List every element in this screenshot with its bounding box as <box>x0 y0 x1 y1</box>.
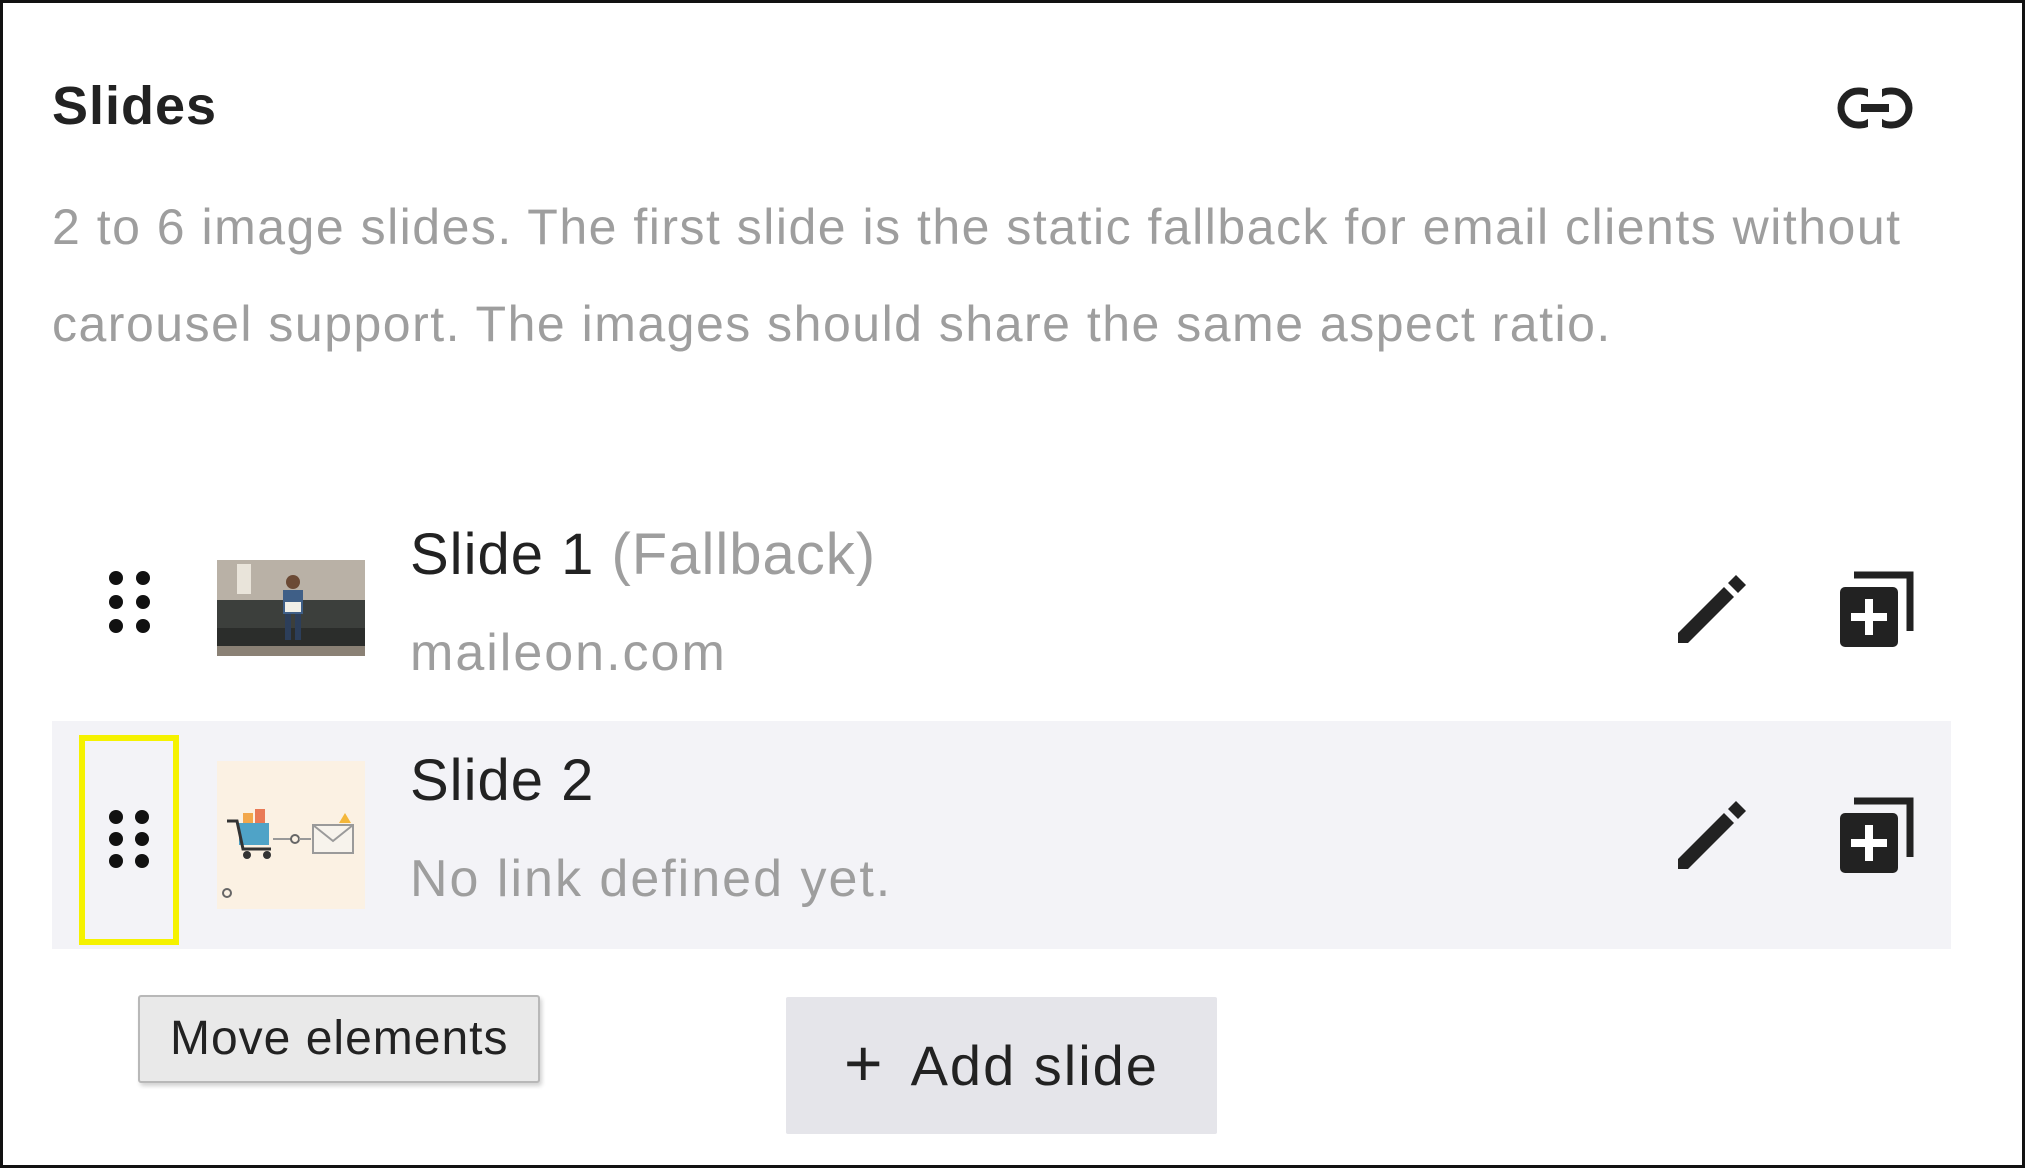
slide-title: Slide 1 (Fallback) <box>410 521 876 588</box>
edit-slide-button[interactable] <box>1664 565 1754 655</box>
drag-handle-icon <box>109 571 150 633</box>
duplicate-slide-button[interactable] <box>1830 791 1920 881</box>
slide-thumbnail[interactable] <box>217 761 365 909</box>
link-button[interactable] <box>1837 83 1913 133</box>
add-slide-button[interactable]: + Add slide <box>786 997 1217 1134</box>
slide-row-2: Slide 2 No link defined yet. <box>52 721 1951 949</box>
link-icon <box>1837 87 1913 129</box>
slide-thumbnail[interactable] <box>217 560 365 656</box>
panel-description: 2 to 6 image slides. The first slide is … <box>52 199 1902 352</box>
drag-handle-button[interactable] <box>80 535 180 685</box>
duplicate-icon <box>1840 571 1914 647</box>
slide-title-text: Slide 2 <box>410 748 595 813</box>
drag-handle-button[interactable] <box>79 735 179 945</box>
slide-row-1: Slide 1 (Fallback) maileon.com <box>52 495 1951 723</box>
slide-link: No link defined yet. <box>410 850 893 908</box>
drag-handle-icon <box>109 810 149 868</box>
duplicate-icon <box>1840 797 1914 873</box>
slides-panel: Slides 2 to 6 image slides. The first sl… <box>0 0 2025 1168</box>
person-on-sofa-photo <box>217 560 365 656</box>
duplicate-slide-button[interactable] <box>1830 565 1920 655</box>
pencil-icon <box>1678 801 1746 869</box>
slide-title: Slide 2 <box>410 747 594 814</box>
fallback-label: (Fallback) <box>611 522 877 587</box>
plus-icon: + <box>844 1025 885 1100</box>
add-slide-label: Add slide <box>910 1034 1159 1097</box>
slide-link: maileon.com <box>410 624 727 682</box>
move-elements-tooltip: Move elements <box>138 995 541 1083</box>
shopping-cart-email-illustration <box>217 761 365 909</box>
edit-slide-button[interactable] <box>1664 791 1754 881</box>
pencil-icon <box>1678 575 1746 643</box>
slide-title-text: Slide 1 <box>410 522 595 587</box>
panel-title: Slides <box>52 76 218 136</box>
